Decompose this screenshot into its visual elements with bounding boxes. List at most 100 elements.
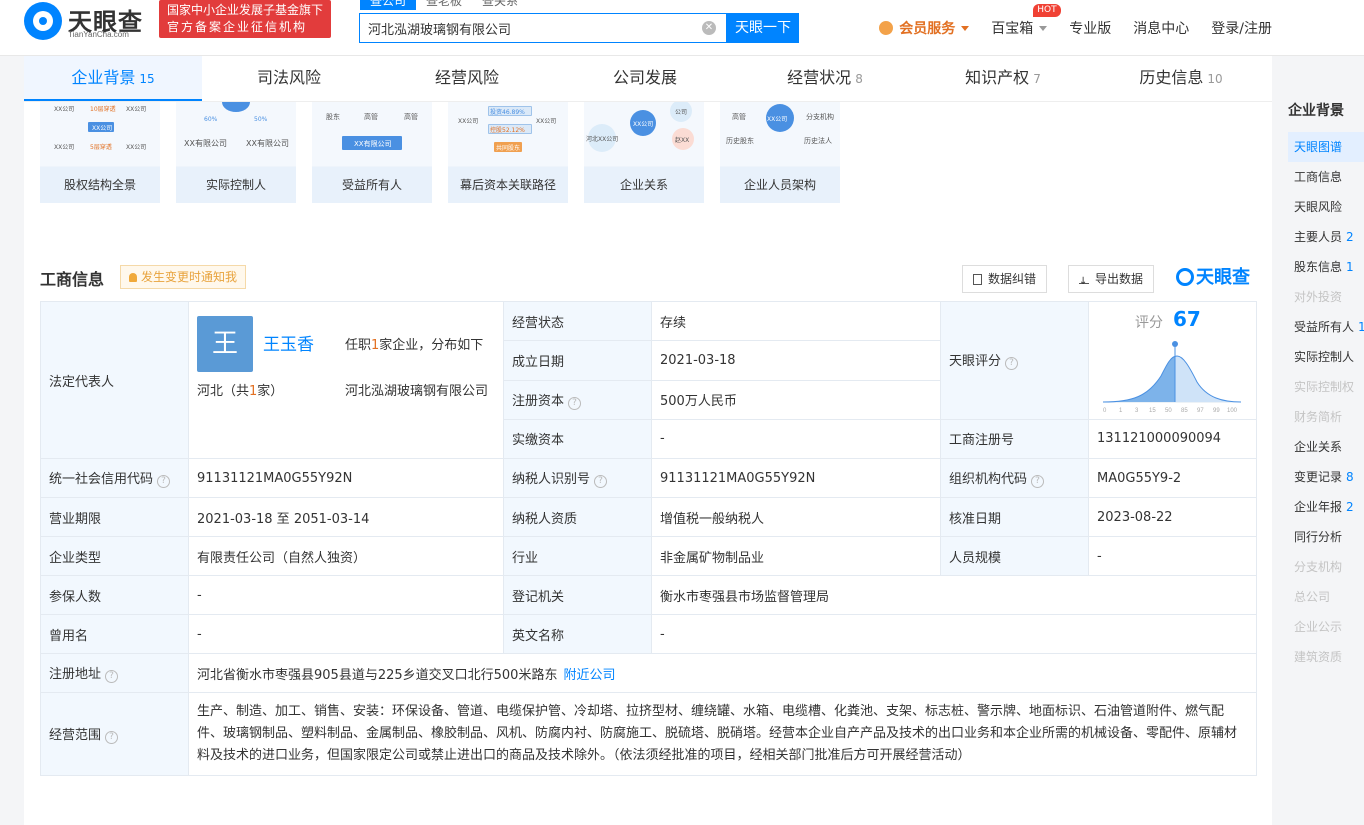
sidebar-item-label: 财务简析 xyxy=(1294,410,1343,424)
score-tick: 0 xyxy=(1103,408,1107,414)
pro-version-link[interactable]: 专业版 xyxy=(1069,18,1111,38)
help-icon[interactable]: ? xyxy=(594,475,608,488)
sidebar-item-label: 建筑资质 xyxy=(1294,650,1343,664)
sidebar-item-label: 企业关系 xyxy=(1294,440,1343,454)
sidebar-item-label: 分支机构 xyxy=(1294,560,1343,574)
chevron-down-icon xyxy=(961,26,970,31)
org-code-label: 组织机构代码 xyxy=(949,472,1028,487)
nearby-companies-link[interactable]: 附近公司 xyxy=(563,668,615,683)
logo-subtext: TianYanCha.com xyxy=(68,30,129,39)
sidebar-item-actual-controller[interactable]: 实际控制人 xyxy=(1288,342,1364,372)
card-capital-path[interactable]: 投资46.89% XX公司 XX公司 控股52.12% 共同股东 幕后资本关联路… xyxy=(448,102,568,203)
sidebar-item-tianyan-risk[interactable]: 天眼风险 xyxy=(1288,192,1364,222)
capital-value: 500万人民币 xyxy=(651,379,941,420)
credit-code-label-cell: 统一社会信用代码? xyxy=(40,458,189,498)
gov-badge[interactable]: 国家中小企业发展子基金旗下 官方备案企业征信机构 xyxy=(159,0,331,38)
search-tab-boss[interactable]: 查老板 xyxy=(416,0,472,10)
help-icon[interactable]: ? xyxy=(105,670,119,683)
legal-rep-name[interactable]: 王玉香 xyxy=(263,330,314,355)
help-icon[interactable]: ? xyxy=(105,731,119,744)
business-scope-value: 生产、制造、加工、销售、安装：环保设备、管道、电缆保护管、冷却塔、拉挤型材、缠绕… xyxy=(188,692,1257,776)
tab-background[interactable]: 企业背景 15 xyxy=(24,56,202,101)
login-register-link[interactable]: 登录/注册 xyxy=(1211,18,1272,38)
help-icon[interactable]: ? xyxy=(568,396,582,410)
company-type-label: 企业类型 xyxy=(40,536,189,576)
card-beneficial-owner[interactable]: 股东 高管 高管 XX有限公司 受益所有人 xyxy=(312,102,432,203)
card-label: 股权结构全景 xyxy=(40,167,160,203)
scope-label-cell: 经营范围? xyxy=(40,692,189,776)
tab-operation-risk[interactable]: 经营风险 xyxy=(380,56,558,101)
sidebar-item-label: 天眼风险 xyxy=(1294,200,1343,214)
help-icon[interactable]: ? xyxy=(1031,475,1045,488)
message-center-link[interactable]: 消息中心 xyxy=(1133,18,1189,38)
export-data-button[interactable]: 导出数据 xyxy=(1068,265,1155,295)
search-input[interactable] xyxy=(360,14,690,42)
desc-text: 家企业，分布如下 xyxy=(379,338,484,353)
help-icon[interactable]: ? xyxy=(1005,357,1019,371)
main-panel: 企业背景 15 司法风险 经营风险 公司发展 经营状况 8 知识产权 7 历史信息 10… xyxy=(24,56,1272,825)
sidebar-item-peer-analysis[interactable]: 同行分析 xyxy=(1288,522,1364,552)
tab-count: 10 xyxy=(1207,72,1223,86)
credit-code-label: 统一社会信用代码 xyxy=(49,472,154,487)
baibao-menu[interactable]: 百宝箱 HOT xyxy=(991,4,1061,38)
avatar[interactable]: 王 xyxy=(197,316,253,372)
tab-label: 知识产权 xyxy=(965,68,1030,87)
sidebar-item-beneficial-owner[interactable]: 受益所有人 1 xyxy=(1288,312,1364,342)
sidebar-item-label: 变更记录 xyxy=(1294,470,1343,484)
sidebar-item-label: 工商信息 xyxy=(1294,170,1343,184)
tianyancha-logo[interactable]: 天眼查 TianYanCha.com xyxy=(24,2,152,40)
tab-history[interactable]: 历史信息 10 xyxy=(1092,56,1270,101)
data-correction-button[interactable]: 数据纠错 xyxy=(962,265,1048,293)
tab-development[interactable]: 公司发展 xyxy=(558,56,736,101)
score-tick: 85 xyxy=(1181,408,1188,414)
bell-icon xyxy=(129,273,137,282)
card-label: 企业人员架构 xyxy=(720,167,840,203)
sidebar-item-key-personnel[interactable]: 主要人员 2 xyxy=(1288,222,1364,252)
card-equity-structure[interactable]: XX公司 10层穿透 XX公司 XX公司 XX公司 5层穿透 XX公司 股权结构… xyxy=(40,102,160,203)
vip-service-menu[interactable]: 会员服务 xyxy=(879,18,970,38)
sidebar-item-label: 股东信息 xyxy=(1294,260,1343,274)
thumb-text: 赵XX xyxy=(675,137,690,144)
search-button[interactable]: 天眼一下 xyxy=(727,13,799,43)
sidebar-item-label: 同行分析 xyxy=(1294,530,1343,544)
address-value: 河北省衡水市枣强县905县道与225乡道交叉口北行500米路东 xyxy=(197,667,558,683)
sidebar-item-change-records[interactable]: 变更记录 8 xyxy=(1288,462,1364,492)
sidebar-item-tianyan-graph[interactable]: 天眼图谱 xyxy=(1288,132,1364,162)
approve-date-label: 核准日期 xyxy=(940,497,1089,537)
thumb-text: 分支机构 xyxy=(806,113,834,121)
sidebar-list: 天眼图谱 工商信息 天眼风险 主要人员 2 股东信息 1 对外投资 受益所有人 1 实… xyxy=(1288,132,1364,672)
tab-judicial-risk[interactable]: 司法风险 xyxy=(202,56,380,101)
notify-label: 发生变更时通知我 xyxy=(141,270,238,284)
score-tick: 50 xyxy=(1165,408,1172,414)
tab-ip[interactable]: 知识产权 7 xyxy=(914,56,1092,101)
address-cell: 河北省衡水市枣强县905县道与225乡道交叉口北行500米路东 附近公司 xyxy=(188,653,1257,693)
sidebar-item-label: 实际控制权 xyxy=(1294,380,1355,394)
card-company-relation[interactable]: XX公司 公司 河北XX公司 赵XX 企业关系 xyxy=(584,102,704,203)
clear-icon[interactable]: ✕ xyxy=(702,21,716,35)
score-cell[interactable]: 评分 67 0 1 3 15 50 85 97 99 100 xyxy=(1088,301,1257,420)
legal-rep-company-link[interactable]: 河北泓湖玻璃钢有限公司 xyxy=(345,380,501,399)
thumb-text: 股东 xyxy=(326,113,340,121)
score-value: 67 xyxy=(1173,307,1201,331)
card-label: 实际控制人 xyxy=(176,167,296,203)
card-actual-controller[interactable]: 60% 50% XX有限公司 XX有限公司 实际控制人 xyxy=(176,102,296,203)
help-icon[interactable]: ? xyxy=(157,475,171,488)
gov-badge-line2: 官方备案企业征信机构 xyxy=(167,20,308,34)
thumb-text: XX公司 xyxy=(633,121,654,128)
card-thumbnail: 60% 50% XX有限公司 XX有限公司 xyxy=(176,102,296,166)
card-label: 受益所有人 xyxy=(312,167,432,203)
sidebar-item-label: 企业年报 xyxy=(1294,500,1343,514)
sidebar-item-label: 总公司 xyxy=(1294,590,1331,604)
search-tab-company[interactable]: 查公司 xyxy=(360,0,417,10)
sidebar-item-company-relation[interactable]: 企业关系 xyxy=(1288,432,1364,462)
sidebar-item-label: 对外投资 xyxy=(1294,290,1343,304)
sidebar-item-annual-reports[interactable]: 企业年报 2 xyxy=(1288,492,1364,522)
vip-label: 会员服务 xyxy=(899,21,956,37)
search-tab-relation[interactable]: 查关系 xyxy=(472,0,528,10)
notify-change-button[interactable]: 发生变更时通知我 xyxy=(120,265,247,289)
sidebar-item-business-info[interactable]: 工商信息 xyxy=(1288,162,1364,192)
sidebar-item-shareholders[interactable]: 股东信息 1 xyxy=(1288,252,1364,282)
paid-capital-value: - xyxy=(651,418,941,460)
tab-operation-status[interactable]: 经营状况 8 xyxy=(736,56,914,101)
card-personnel-structure[interactable]: XX公司 高管 分支机构 历史股东 历史法人 企业人员架构 xyxy=(720,102,840,203)
